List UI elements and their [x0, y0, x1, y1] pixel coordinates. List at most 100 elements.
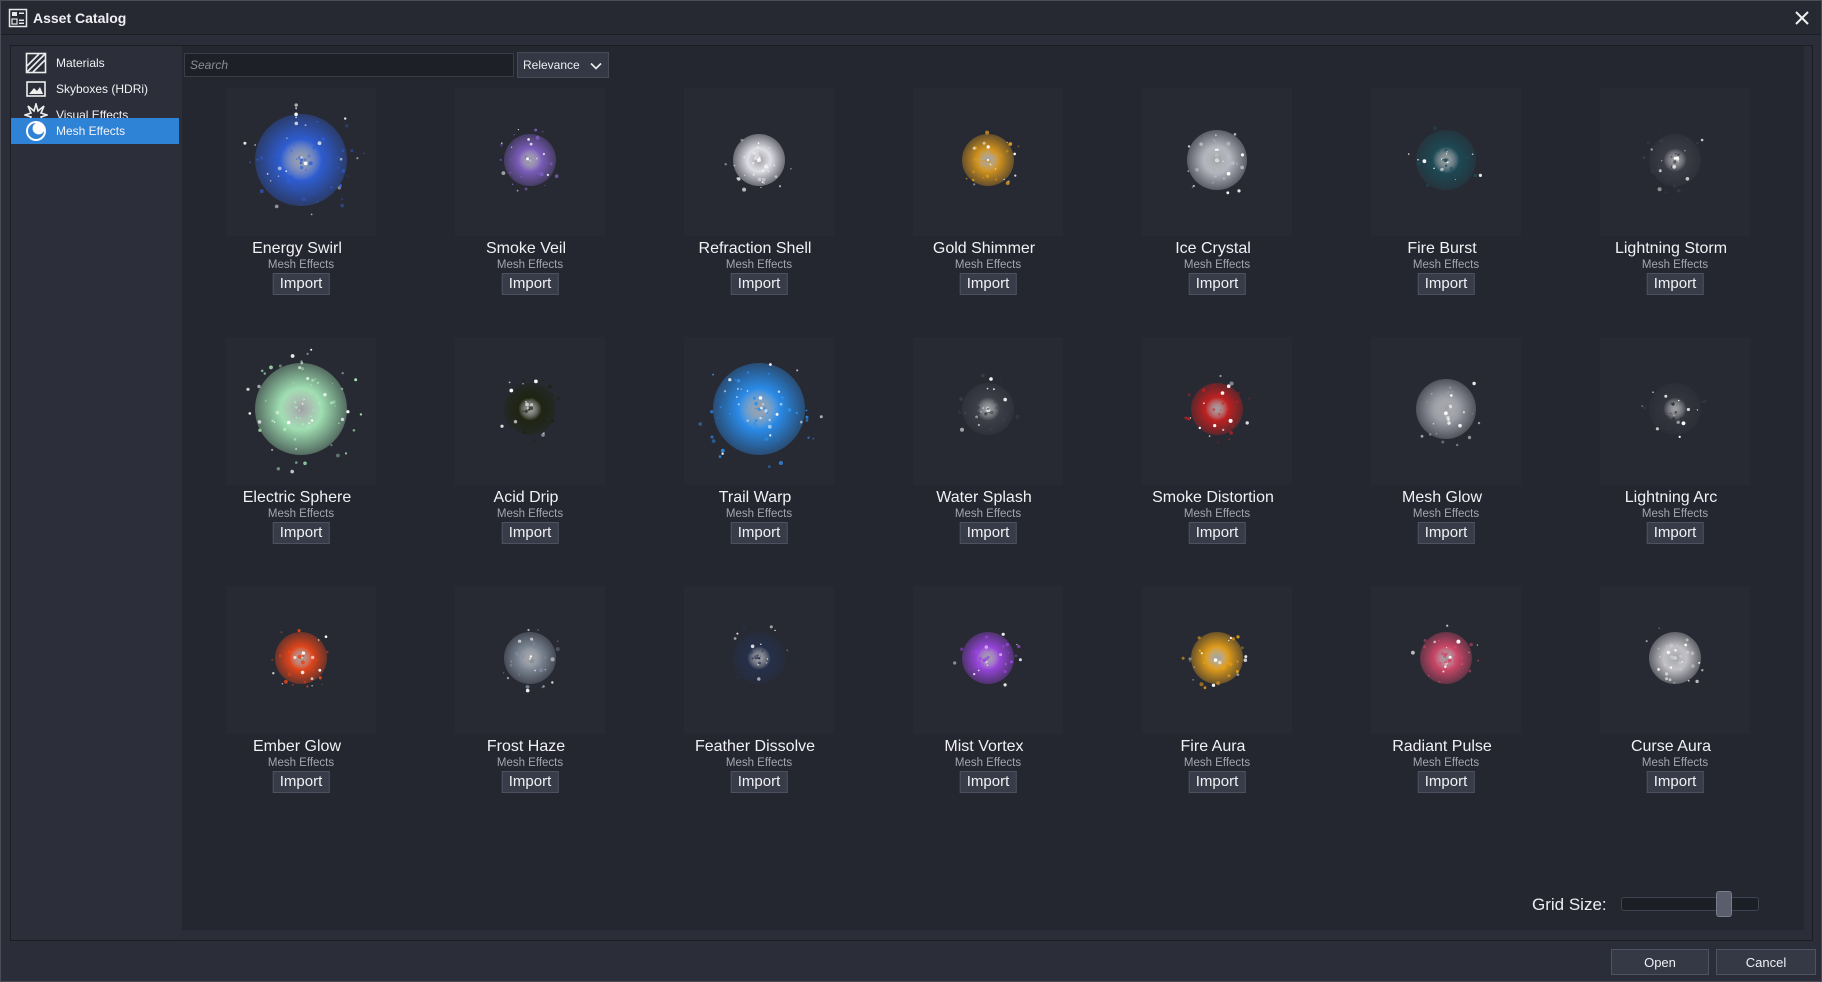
sort-value: Relevance	[523, 58, 580, 72]
effect-preview-orb	[499, 128, 559, 192]
asset-thumbnail[interactable]	[226, 337, 376, 485]
close-icon[interactable]	[1791, 7, 1813, 29]
import-button[interactable]: Import	[501, 522, 559, 544]
catalog-icon	[8, 8, 28, 28]
import-button[interactable]: Import	[730, 273, 788, 295]
asset-thumbnail[interactable]	[1371, 88, 1521, 236]
asset-card[interactable]: Gold Shimmer Mesh Effects Import	[899, 88, 1069, 298]
asset-card[interactable]: Smoke Distortion Mesh Effects Import	[1128, 337, 1298, 547]
asset-card[interactable]: Frost Haze Mesh Effects Import	[441, 586, 611, 796]
grid-size-label: Grid Size:	[1532, 895, 1607, 914]
asset-thumbnail[interactable]	[1371, 586, 1521, 734]
asset-card[interactable]: Radiant Pulse Mesh Effects Import	[1357, 586, 1527, 796]
asset-category: Mesh Effects	[1183, 508, 1251, 520]
import-button[interactable]: Import	[1417, 273, 1475, 295]
import-button[interactable]: Import	[1188, 522, 1246, 544]
asset-thumbnail[interactable]	[1600, 88, 1750, 236]
skybox-icon	[24, 77, 48, 101]
open-button[interactable]: Open	[1611, 949, 1709, 975]
asset-card[interactable]: Trail Warp Mesh Effects Import	[670, 337, 840, 547]
asset-name: Smoke Veil	[485, 240, 567, 257]
asset-thumbnail[interactable]	[684, 88, 834, 236]
sphere-icon	[24, 119, 48, 143]
asset-thumbnail[interactable]	[1600, 586, 1750, 734]
asset-thumbnail[interactable]	[455, 337, 605, 485]
import-button[interactable]: Import	[959, 522, 1017, 544]
grid-size-slider[interactable]	[1621, 897, 1759, 911]
asset-thumbnail[interactable]	[226, 88, 376, 236]
import-button[interactable]: Import	[272, 522, 330, 544]
asset-thumbnail[interactable]	[1142, 337, 1292, 485]
asset-category: Mesh Effects	[496, 757, 564, 769]
sidebar-item-mesh-effects[interactable]: Mesh Effects	[11, 118, 179, 144]
asset-thumbnail[interactable]	[1142, 88, 1292, 236]
asset-thumbnail[interactable]	[1600, 337, 1750, 485]
sidebar-item-label: Materials	[56, 56, 105, 70]
import-button[interactable]: Import	[501, 771, 559, 793]
asset-thumbnail[interactable]	[226, 586, 376, 734]
import-button[interactable]: Import	[272, 273, 330, 295]
import-button[interactable]: Import	[501, 273, 559, 295]
asset-name: Fire Aura	[1180, 738, 1246, 755]
effect-preview-orb	[246, 348, 363, 474]
asset-card[interactable]: Fire Burst Mesh Effects Import	[1357, 88, 1527, 298]
asset-card[interactable]: Smoke Veil Mesh Effects Import	[441, 88, 611, 298]
cancel-button[interactable]: Cancel	[1716, 949, 1816, 975]
asset-card[interactable]: Mesh Glow Mesh Effects Import	[1357, 337, 1527, 547]
import-button[interactable]: Import	[1646, 522, 1704, 544]
import-button[interactable]: Import	[730, 522, 788, 544]
import-button[interactable]: Import	[959, 273, 1017, 295]
asset-thumbnail[interactable]	[913, 337, 1063, 485]
import-button[interactable]: Import	[1188, 273, 1246, 295]
asset-card[interactable]: Energy Swirl Mesh Effects Import	[212, 88, 382, 298]
asset-card[interactable]: Lightning Arc Mesh Effects Import	[1586, 337, 1756, 547]
asset-thumbnail[interactable]	[684, 586, 834, 734]
asset-category: Mesh Effects	[725, 757, 793, 769]
import-button[interactable]: Import	[1417, 771, 1475, 793]
import-button[interactable]: Import	[272, 771, 330, 793]
asset-name: Lightning Storm	[1614, 240, 1728, 257]
import-button[interactable]: Import	[1646, 273, 1704, 295]
import-button[interactable]: Import	[1188, 771, 1246, 793]
asset-card[interactable]: Mist Vortex Mesh Effects Import	[899, 586, 1069, 796]
asset-thumbnail[interactable]	[913, 88, 1063, 236]
category-sidebar: Materials Skyboxes (HDRi) Visual Effects…	[11, 46, 179, 940]
asset-card[interactable]: Ember Glow Mesh Effects Import	[212, 586, 382, 796]
title-bar: Asset Catalog	[1, 1, 1821, 35]
asset-card[interactable]: Feather Dissolve Mesh Effects Import	[670, 586, 840, 796]
asset-thumbnail[interactable]	[1371, 337, 1521, 485]
asset-card[interactable]: Lightning Storm Mesh Effects Import	[1586, 88, 1756, 298]
asset-card[interactable]: Fire Aura Mesh Effects Import	[1128, 586, 1298, 796]
asset-thumbnail[interactable]	[913, 586, 1063, 734]
asset-card[interactable]: Ice Crystal Mesh Effects Import	[1128, 88, 1298, 298]
effect-preview-orb	[499, 377, 560, 442]
asset-category: Mesh Effects	[1641, 259, 1709, 271]
asset-category: Mesh Effects	[1183, 259, 1251, 271]
sidebar-item-label: Mesh Effects	[56, 124, 126, 138]
asset-category: Mesh Effects	[496, 259, 564, 271]
asset-name: Ember Glow	[252, 738, 342, 755]
import-button[interactable]: Import	[730, 771, 788, 793]
asset-category: Mesh Effects	[496, 508, 564, 520]
asset-card[interactable]: Refraction Shell Mesh Effects Import	[670, 88, 840, 298]
import-button[interactable]: Import	[959, 771, 1017, 793]
asset-card[interactable]: Acid Drip Mesh Effects Import	[441, 337, 611, 547]
asset-thumbnail[interactable]	[455, 586, 605, 734]
asset-name: Curse Aura	[1630, 738, 1712, 755]
asset-thumbnail[interactable]	[455, 88, 605, 236]
asset-card[interactable]: Curse Aura Mesh Effects Import	[1586, 586, 1756, 796]
sort-dropdown[interactable]: Relevance	[517, 52, 609, 78]
search-input[interactable]	[184, 53, 514, 77]
asset-thumbnail[interactable]	[684, 337, 834, 485]
asset-category: Mesh Effects	[267, 757, 335, 769]
asset-category: Mesh Effects	[954, 259, 1022, 271]
asset-card[interactable]: Electric Sphere Mesh Effects Import	[212, 337, 382, 547]
import-button[interactable]: Import	[1646, 771, 1704, 793]
asset-card[interactable]: Water Splash Mesh Effects Import	[899, 337, 1069, 547]
asset-category: Mesh Effects	[954, 757, 1022, 769]
asset-name: Water Splash	[936, 489, 1032, 506]
grid-size-slider-handle[interactable]	[1716, 891, 1733, 917]
effect-preview-orb	[1184, 374, 1251, 444]
import-button[interactable]: Import	[1417, 522, 1475, 544]
asset-thumbnail[interactable]	[1142, 586, 1292, 734]
